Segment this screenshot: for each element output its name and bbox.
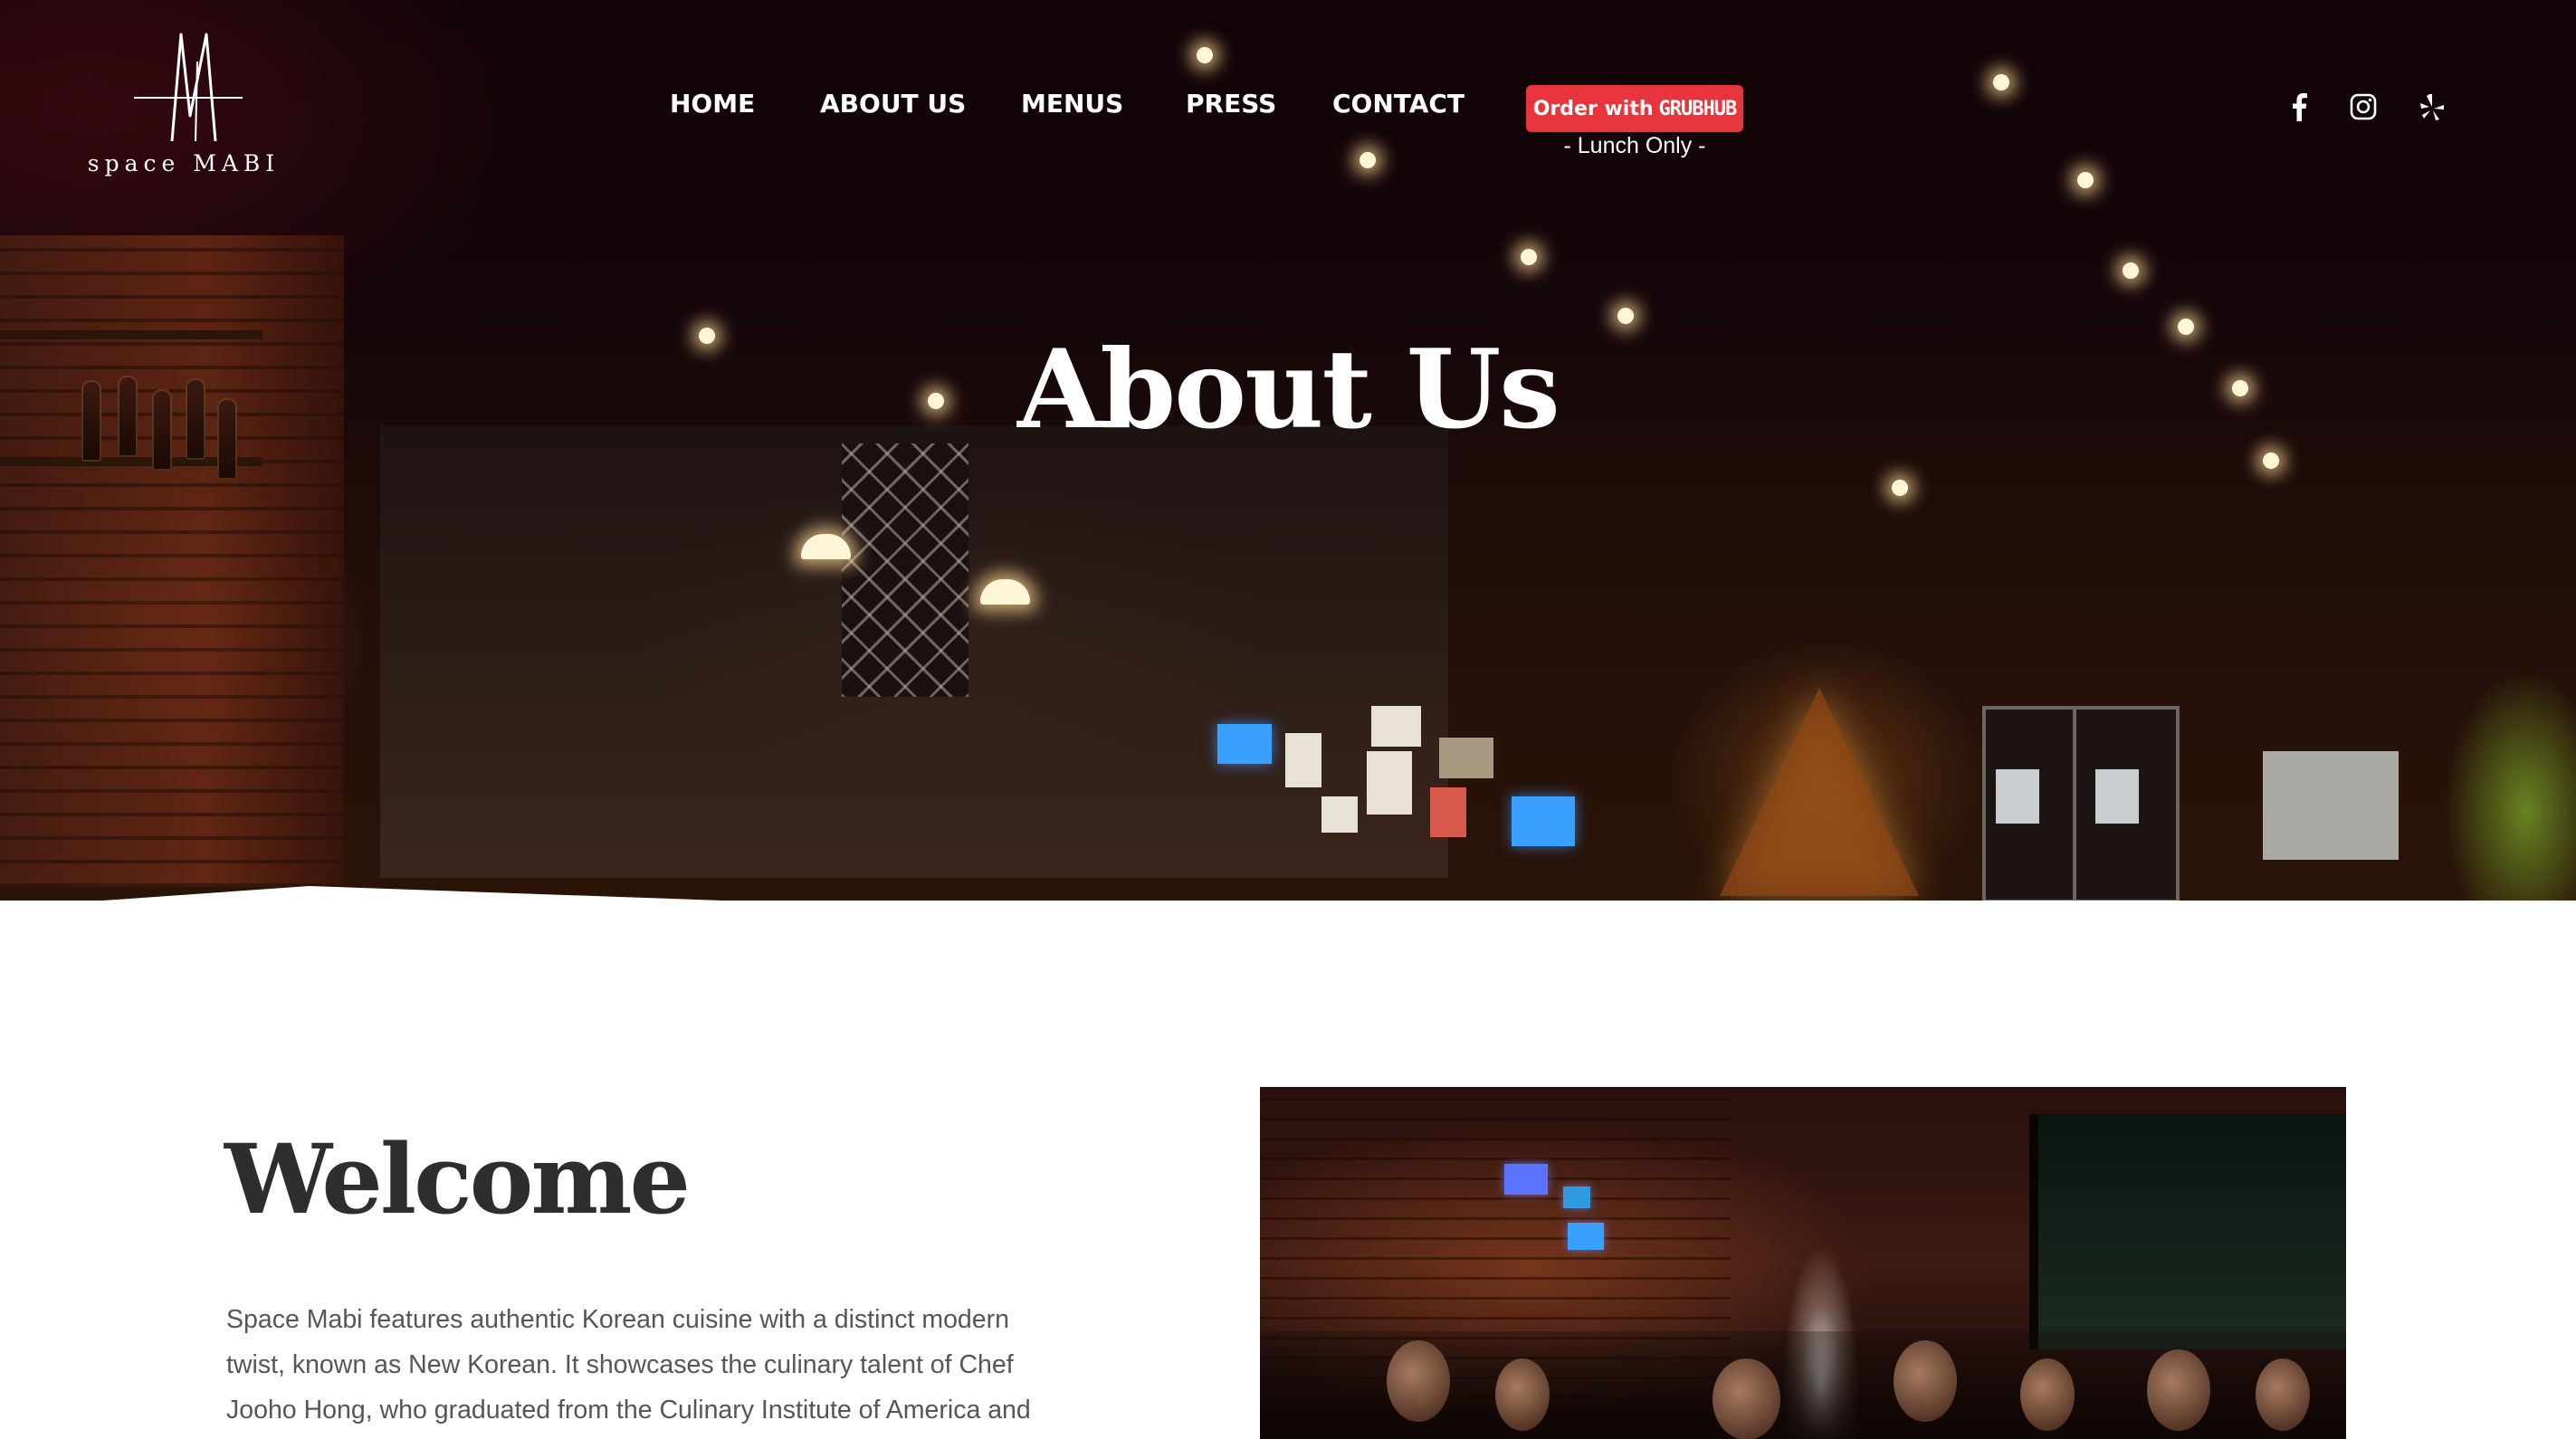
welcome-text-line: Jooho Hong, who graduated from the Culin…: [226, 1396, 1031, 1425]
wine-rack-decor: [842, 443, 968, 697]
ceiling-light-decor: [2263, 453, 2279, 469]
photo-window: [2029, 1114, 2346, 1349]
photo-person: [1713, 1358, 1780, 1439]
brand-logo[interactable]: space MABI: [80, 25, 288, 197]
note-decor: [1367, 751, 1412, 815]
logo-wordmark: space MABI: [87, 150, 281, 176]
note-decor: [1439, 738, 1493, 778]
photo-person: [1387, 1340, 1450, 1422]
photo-screen: [1568, 1223, 1604, 1250]
welcome-body: Space Mabi features authentic Korean cui…: [226, 1297, 1086, 1433]
plant-decor: [2444, 670, 2576, 901]
ceiling-light-decor: [1892, 480, 1908, 496]
note-decor: [1321, 796, 1358, 833]
celebration-photo: [1260, 1087, 2346, 1439]
ceiling-light-decor: [2077, 172, 2094, 188]
ceiling-light-decor: [1993, 74, 2009, 91]
order-button-label: Order with: [1532, 97, 1654, 120]
ceiling-light-decor: [2123, 262, 2139, 279]
order-grubhub-button[interactable]: Order with GRUBHUB: [1526, 85, 1743, 132]
logo-monogram-icon: [134, 33, 243, 142]
monitor-decor: [1217, 724, 1272, 764]
photo-screen: [1563, 1186, 1590, 1208]
grubhub-logo-text: GRUBHUB: [1658, 97, 1738, 120]
welcome-text-line: Space Mabi features authentic Korean cui…: [226, 1305, 1009, 1334]
lunch-only-note: - Lunch Only -: [1563, 133, 1706, 158]
photo-person: [1495, 1358, 1550, 1431]
door-window-decor: [2095, 769, 2139, 824]
photo-person: [2147, 1349, 2210, 1431]
note-decor: [1285, 733, 1321, 787]
christmas-tree-decor: [1720, 688, 1919, 896]
nav-home[interactable]: HOME: [670, 89, 755, 119]
welcome-text-line: twist, known as New Korean. It showcases…: [226, 1350, 1014, 1379]
welcome-heading: Welcome: [224, 1122, 691, 1235]
instagram-icon[interactable]: [2345, 89, 2381, 125]
ceiling-light-decor: [1521, 249, 1537, 265]
nav-about-us[interactable]: ABOUT US: [820, 89, 966, 119]
ceiling-light-decor: [1360, 152, 1376, 168]
note-decor: [1430, 787, 1466, 837]
page-title: About Us: [1017, 326, 1560, 453]
facebook-icon[interactable]: [2281, 89, 2317, 125]
yelp-icon[interactable]: [2414, 89, 2450, 125]
fridge-decor: [2263, 751, 2399, 860]
nav-press[interactable]: PRESS: [1186, 89, 1276, 119]
photo-screen: [1504, 1164, 1548, 1195]
photo-person: [2256, 1358, 2310, 1431]
door-window-decor: [1996, 769, 2039, 824]
nav-contact[interactable]: CONTACT: [1332, 89, 1465, 119]
ceiling-light-decor: [1617, 308, 1634, 324]
monitor-decor: [1512, 796, 1575, 846]
note-decor: [1371, 706, 1421, 747]
nav-menus[interactable]: MENUS: [1021, 89, 1123, 119]
photo-person: [1894, 1340, 1957, 1422]
photo-person: [2020, 1358, 2075, 1431]
ceiling-light-decor: [1197, 47, 1213, 63]
